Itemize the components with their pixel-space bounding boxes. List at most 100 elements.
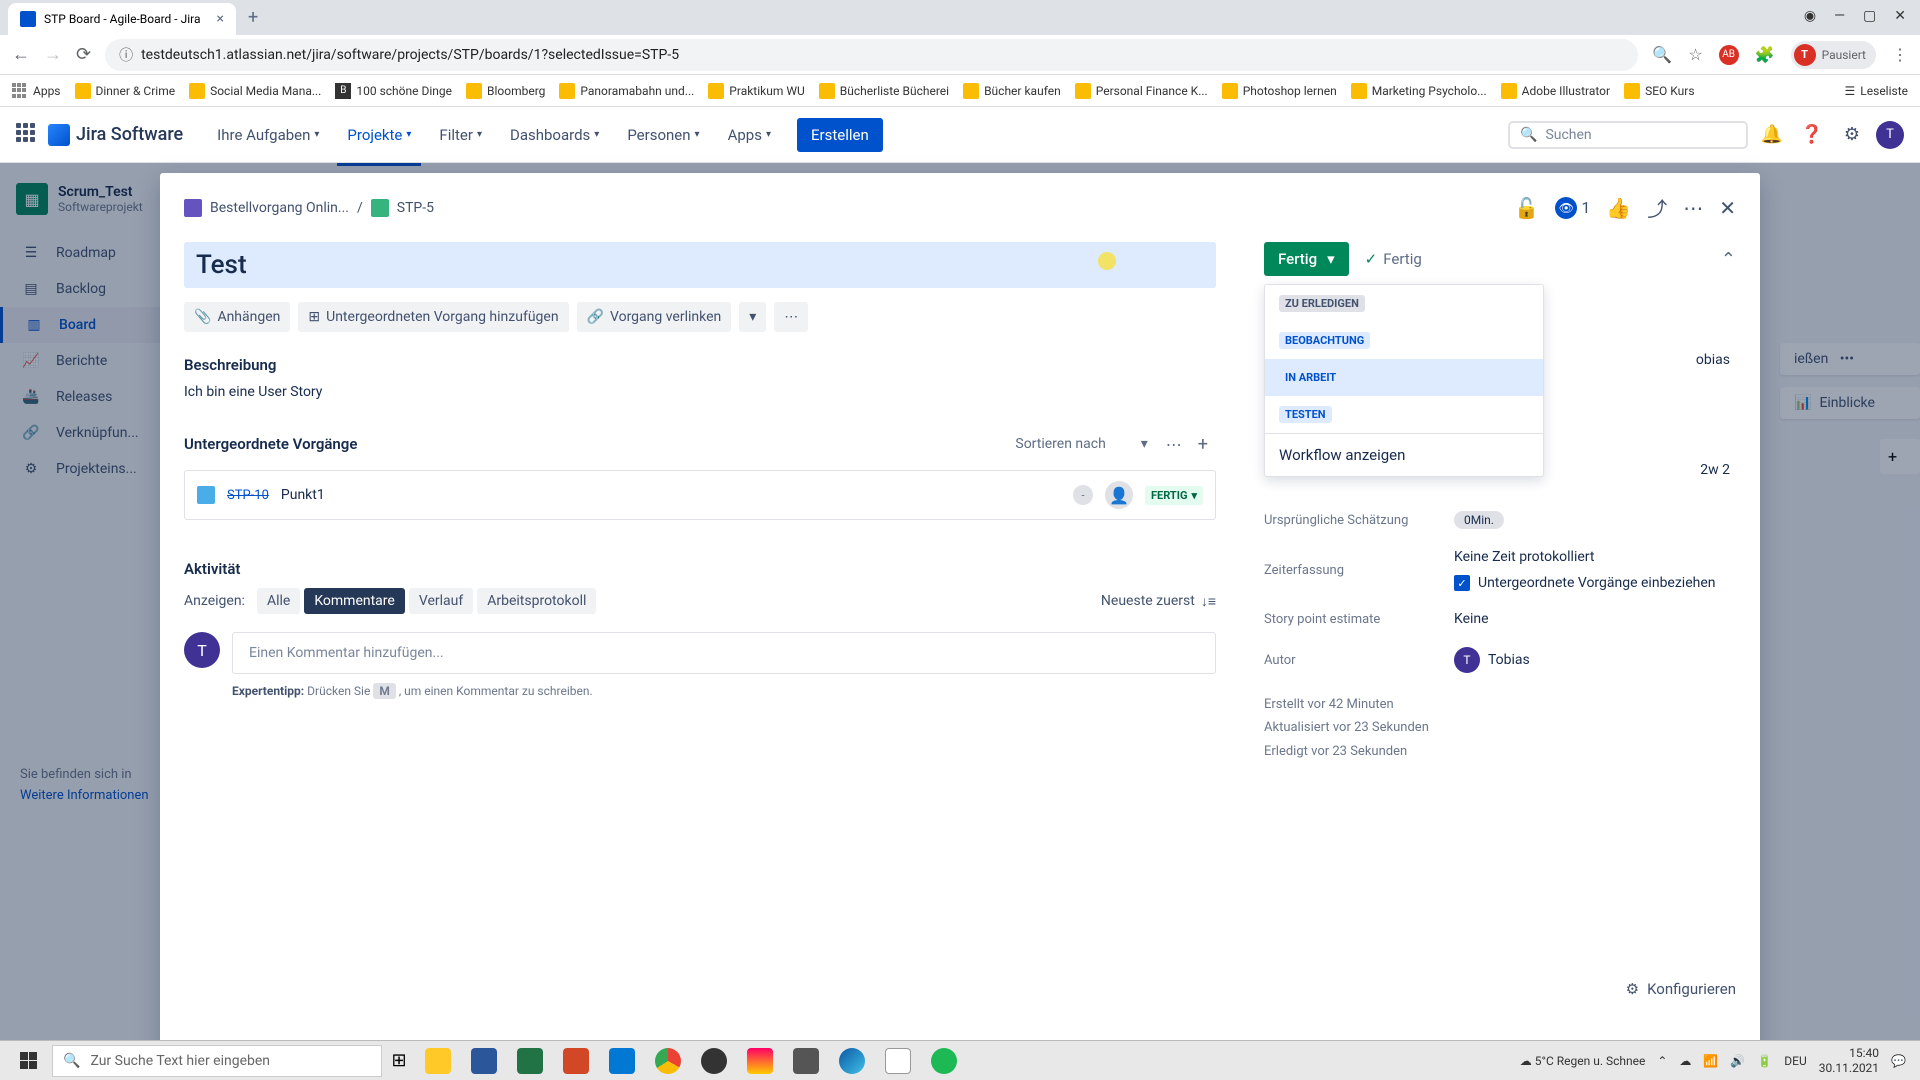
subtask-status-badge[interactable]: FERTIG▾ [1145, 486, 1203, 505]
bookmark-apps[interactable]: Apps [12, 83, 61, 99]
taskbar-app-notepad[interactable] [876, 1042, 920, 1080]
browser-menu-icon[interactable]: ⋮ [1892, 45, 1908, 64]
taskbar-app-mail[interactable] [600, 1042, 644, 1080]
jira-logo[interactable]: Jira Software [48, 124, 183, 146]
bookmark-item[interactable]: Adobe Illustrator [1501, 83, 1610, 99]
taskbar-app-edge[interactable] [830, 1042, 874, 1080]
link-issue-button[interactable]: 🔗Vorgang verlinken [577, 302, 732, 332]
new-tab-button[interactable]: + [236, 7, 270, 28]
tray-language[interactable]: DEU [1784, 1054, 1806, 1068]
taskbar-app-chrome[interactable] [646, 1042, 690, 1080]
add-child-button[interactable]: ⊞Untergeordneten Vorgang hinzufügen [298, 302, 568, 332]
extensions-icon[interactable]: 🧩 [1755, 45, 1775, 64]
back-icon[interactable]: ← [12, 44, 30, 65]
tray-volume-icon[interactable]: 🔊 [1730, 1054, 1745, 1068]
sort-button[interactable]: Sortieren nach ▾ [1005, 430, 1157, 458]
bookmark-item[interactable]: Panoramabahn und... [559, 83, 694, 99]
app-switcher-icon[interactable] [16, 123, 40, 147]
more-actions-icon[interactable]: ⋯ [1683, 196, 1703, 220]
priority-icon[interactable]: - [1073, 485, 1093, 505]
task-view-icon[interactable]: ⊞ [384, 1044, 414, 1078]
tab-worklog[interactable]: Arbeitsprotokoll [477, 588, 596, 614]
nav-apps[interactable]: Apps▾ [718, 120, 781, 150]
comment-input[interactable]: Einen Kommentar hinzufügen... [232, 632, 1216, 674]
forward-icon[interactable]: → [44, 44, 62, 65]
taskbar-app-excel[interactable] [508, 1042, 552, 1080]
close-window-icon[interactable]: ✕ [1894, 8, 1906, 24]
detail-author[interactable]: Autor T Tobias [1264, 637, 1736, 683]
maximize-icon[interactable]: ▢ [1863, 8, 1876, 24]
status-option-todo[interactable]: ZU ERLEDIGEN [1265, 285, 1543, 322]
status-option-testing[interactable]: TESTEN [1265, 396, 1543, 433]
zoom-icon[interactable]: 🔍 [1652, 45, 1672, 64]
details-collapse-icon[interactable]: ⌃ [1721, 249, 1736, 270]
bookmark-star-icon[interactable]: ☆ [1688, 45, 1702, 64]
bookmark-item[interactable]: Marketing Psycholo... [1351, 83, 1487, 99]
bookmark-item[interactable]: Praktikum WU [708, 83, 804, 99]
description-text[interactable]: Ich bin eine User Story [184, 384, 1216, 400]
bookmark-item[interactable]: Photoshop lernen [1222, 83, 1337, 99]
user-avatar[interactable]: T [1876, 121, 1904, 149]
taskbar-app-explorer[interactable] [416, 1042, 460, 1080]
configure-link[interactable]: ⚙ Konfigurieren [1626, 980, 1736, 998]
address-bar[interactable]: ⓘ testdeutsch1.atlassian.net/jira/softwa… [105, 39, 1638, 71]
status-option-watching[interactable]: BEOBACHTUNG [1265, 322, 1543, 359]
detail-story-points[interactable]: Story point estimate Keine [1264, 601, 1736, 637]
bookmark-item[interactable]: Social Media Mana... [189, 83, 321, 99]
lock-icon[interactable]: 🔓 [1514, 196, 1539, 220]
taskbar-search[interactable]: 🔍 Zur Suche Text hier eingeben [52, 1045, 382, 1077]
share-icon[interactable]: ⤴ [1647, 193, 1667, 222]
view-workflow-link[interactable]: Workflow anzeigen [1265, 433, 1543, 476]
nav-your-work[interactable]: Ihre Aufgaben▾ [207, 120, 329, 150]
add-subtask-icon[interactable]: + [1190, 434, 1216, 455]
bookmark-item[interactable]: Dinner & Crime [75, 83, 176, 99]
watch-icon[interactable]: 👁 [1555, 197, 1577, 219]
notifications-icon[interactable]: 🔔 [1756, 119, 1788, 151]
bookmark-item[interactable]: SEO Kurs [1624, 83, 1694, 99]
close-modal-icon[interactable]: ✕ [1719, 196, 1736, 220]
tray-wifi-icon[interactable]: 📶 [1703, 1054, 1718, 1068]
create-button[interactable]: Erstellen [797, 118, 883, 152]
extension-adblock-icon[interactable]: AB [1719, 45, 1739, 65]
subtask-key[interactable]: STP-10 [227, 488, 269, 503]
help-icon[interactable]: ❓ [1796, 119, 1828, 151]
bookmark-item[interactable]: B100 schöne Dinge [335, 83, 452, 99]
assignee-avatar[interactable]: 👤 [1105, 481, 1133, 509]
browser-tab[interactable]: STP Board - Agile-Board - Jira × [8, 3, 236, 35]
issue-title-input[interactable] [184, 242, 1216, 288]
bookmark-item[interactable]: Bücherliste Bücherei [819, 83, 949, 99]
profile-button[interactable]: T Pausiert [1791, 41, 1876, 69]
search-input[interactable]: 🔍 Suchen [1508, 121, 1748, 149]
tray-onedrive-icon[interactable]: ☁ [1679, 1054, 1691, 1068]
status-option-inprogress[interactable]: IN ARBEIT [1265, 359, 1543, 396]
start-button[interactable] [6, 1043, 50, 1079]
minimize-icon[interactable]: — [1834, 8, 1845, 24]
reading-list-button[interactable]: ☰ Leseliste [1845, 84, 1908, 98]
link-dropdown[interactable]: ▾ [739, 302, 766, 332]
subtask-row[interactable]: STP-10 Punkt1 - 👤 FERTIG▾ [184, 470, 1216, 520]
include-subtasks-checkbox[interactable]: ✓ [1454, 575, 1470, 591]
taskbar-app-powerpoint[interactable] [554, 1042, 598, 1080]
taskbar-clock[interactable]: 15:40 30.11.2021 [1819, 1046, 1879, 1075]
tray-battery-icon[interactable]: 🔋 [1757, 1054, 1772, 1068]
breadcrumb-key[interactable]: STP-5 [397, 200, 434, 216]
bookmark-item[interactable]: Personal Finance K... [1075, 83, 1208, 99]
breadcrumb-epic[interactable]: Bestellvorgang Onlin... [210, 200, 349, 216]
nav-projects[interactable]: Projekte▾ [337, 120, 421, 150]
tab-all[interactable]: Alle [257, 588, 300, 614]
taskbar-app-generic2[interactable] [784, 1042, 828, 1080]
taskbar-app-generic1[interactable] [738, 1042, 782, 1080]
nav-dashboards[interactable]: Dashboards▾ [500, 120, 609, 150]
detail-original-estimate[interactable]: Ursprüngliche Schätzung 0Min. [1264, 501, 1736, 539]
detail-time-tracking[interactable]: Zeiterfassung Keine Zeit protokolliert ✓… [1264, 539, 1736, 601]
tab-close-icon[interactable]: × [217, 11, 224, 27]
more-actions-button[interactable]: ⋯ [774, 302, 808, 332]
settings-icon[interactable]: ⚙ [1836, 119, 1868, 151]
profile-switcher-icon[interactable]: ◉ [1804, 8, 1816, 24]
reload-icon[interactable]: ⟳ [76, 44, 91, 65]
action-center-icon[interactable]: 💬 [1891, 1054, 1906, 1068]
taskbar-app-obs[interactable] [692, 1042, 736, 1080]
tab-history[interactable]: Verlauf [409, 588, 473, 614]
attach-button[interactable]: 📎Anhängen [184, 302, 290, 332]
status-button[interactable]: Fertig ▾ [1264, 242, 1349, 276]
